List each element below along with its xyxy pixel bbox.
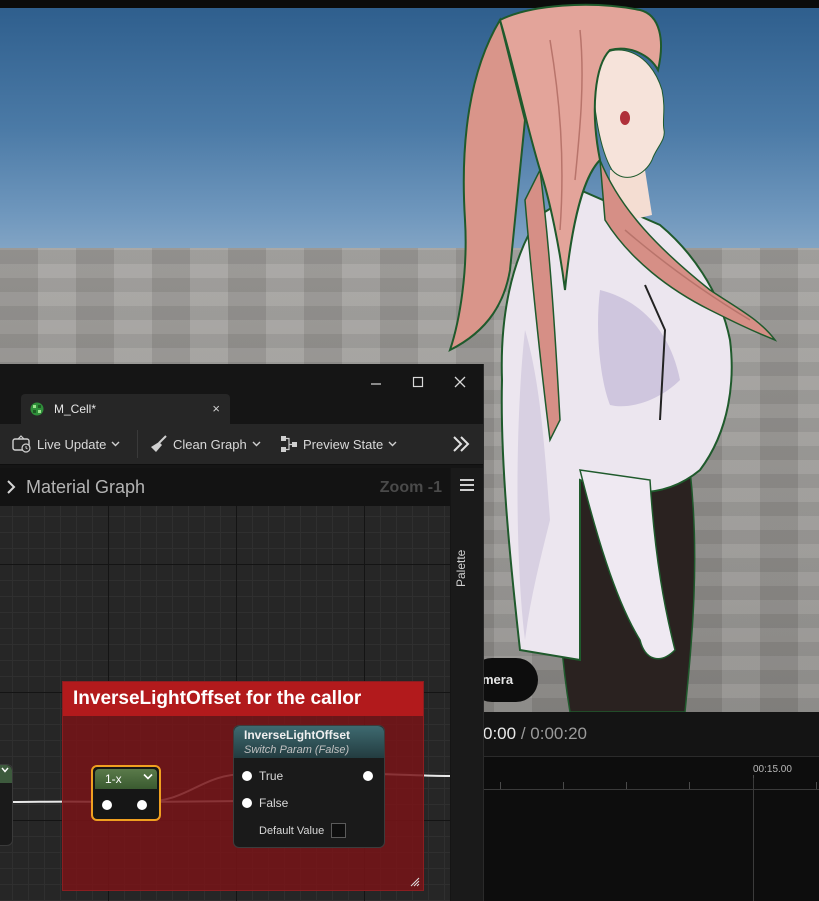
material-graph-canvas[interactable]: InverseLightOffset for the callor 1-x In… [0,506,450,901]
true-input-pin[interactable] [242,771,252,781]
default-value-checkbox[interactable] [331,823,346,838]
ruler-tick [626,782,627,789]
preview-state-icon [281,436,297,452]
sequencer-header: 0:00 / 0:00:20 [483,712,819,757]
one-minus-node[interactable]: 1-x [91,765,161,821]
ruler-tick [563,782,564,789]
chevron-right-icon[interactable] [5,478,17,496]
tab-m-cell[interactable]: M_Cell* × [21,394,230,424]
maximize-button[interactable] [403,372,433,394]
one-minus-header[interactable]: 1-x [95,769,157,789]
tab-label: M_Cell* [54,402,97,416]
chevron-down-icon[interactable] [143,773,153,781]
window-titlebar: M_Cell* × [0,364,483,424]
false-input-pin[interactable] [242,798,252,808]
chevron-down-icon [111,441,120,447]
current-time: 0:00 [483,724,517,743]
live-update-label: Live Update [37,436,107,452]
switch-node-subtitle: Switch Param (False) [244,744,350,756]
true-pin-label: True [259,769,284,783]
false-pin-label: False [259,796,289,810]
ruler-tick [689,782,690,789]
time-readout: 0:00 / 0:00:20 [483,724,587,744]
resize-grip-icon[interactable] [410,877,420,887]
switch-node-header[interactable]: InverseLightOffset Switch Param (False) [234,726,384,758]
tab-close-button[interactable]: × [212,401,220,416]
output-pin[interactable] [137,800,147,810]
timeline-marker [753,778,754,901]
node-collapse-toggle[interactable] [0,765,12,783]
palette-list-icon [460,479,474,491]
minimize-button[interactable] [361,372,391,394]
clean-graph-label: Clean Graph [173,436,247,452]
sequencer-panel: 0:00 / 0:00:20 00:15.00 [483,712,819,901]
palette-label: Palette [454,549,468,587]
ruler-tick [816,782,817,789]
material-editor-window: M_Cell* × Live Update Clean Graph Previe… [0,364,484,901]
editor-toolbar: Live Update Clean Graph Preview State [0,424,483,465]
maximize-icon [412,376,424,388]
toolbar-divider [137,430,138,458]
preview-state-label: Preview State [303,436,384,452]
anime-character-model [448,3,778,712]
live-update-icon [12,435,31,453]
preview-state-dropdown[interactable]: Preview State [280,433,397,455]
offscreen-node[interactable] [0,764,13,846]
chevron-down-icon [252,441,261,447]
input-pin[interactable] [102,800,112,810]
chevron-down-icon [388,441,397,447]
clean-graph-dropdown[interactable]: Clean Graph [150,433,261,455]
material-icon [30,402,44,416]
chevron-down-icon [0,767,9,773]
palette-tab[interactable]: Palette [451,468,483,901]
switch-node-title: InverseLightOffset [244,728,351,742]
ruler-label: 00:15.00 [753,764,792,775]
output-pin[interactable] [363,771,373,781]
zoom-level: Zoom -1 [379,479,442,496]
double-chevron-right-icon[interactable] [450,433,472,455]
time-separator: / [520,724,526,743]
close-window-button[interactable] [445,372,475,394]
graph-title: Material Graph [26,477,146,497]
ruler-tick [500,782,501,789]
close-icon [454,376,466,388]
broom-icon [151,435,167,452]
switch-param-node[interactable]: InverseLightOffset Switch Param (False) … [233,725,385,848]
comment-title[interactable]: InverseLightOffset for the callor [63,682,423,716]
one-minus-label: 1-x [105,772,122,786]
minimize-icon [371,383,381,385]
default-value-label: Default Value [259,825,325,837]
total-time: 0:00:20 [530,724,588,743]
live-update-dropdown[interactable]: Live Update [12,433,120,455]
graph-header: Material Graph Zoom -1 [0,468,450,506]
